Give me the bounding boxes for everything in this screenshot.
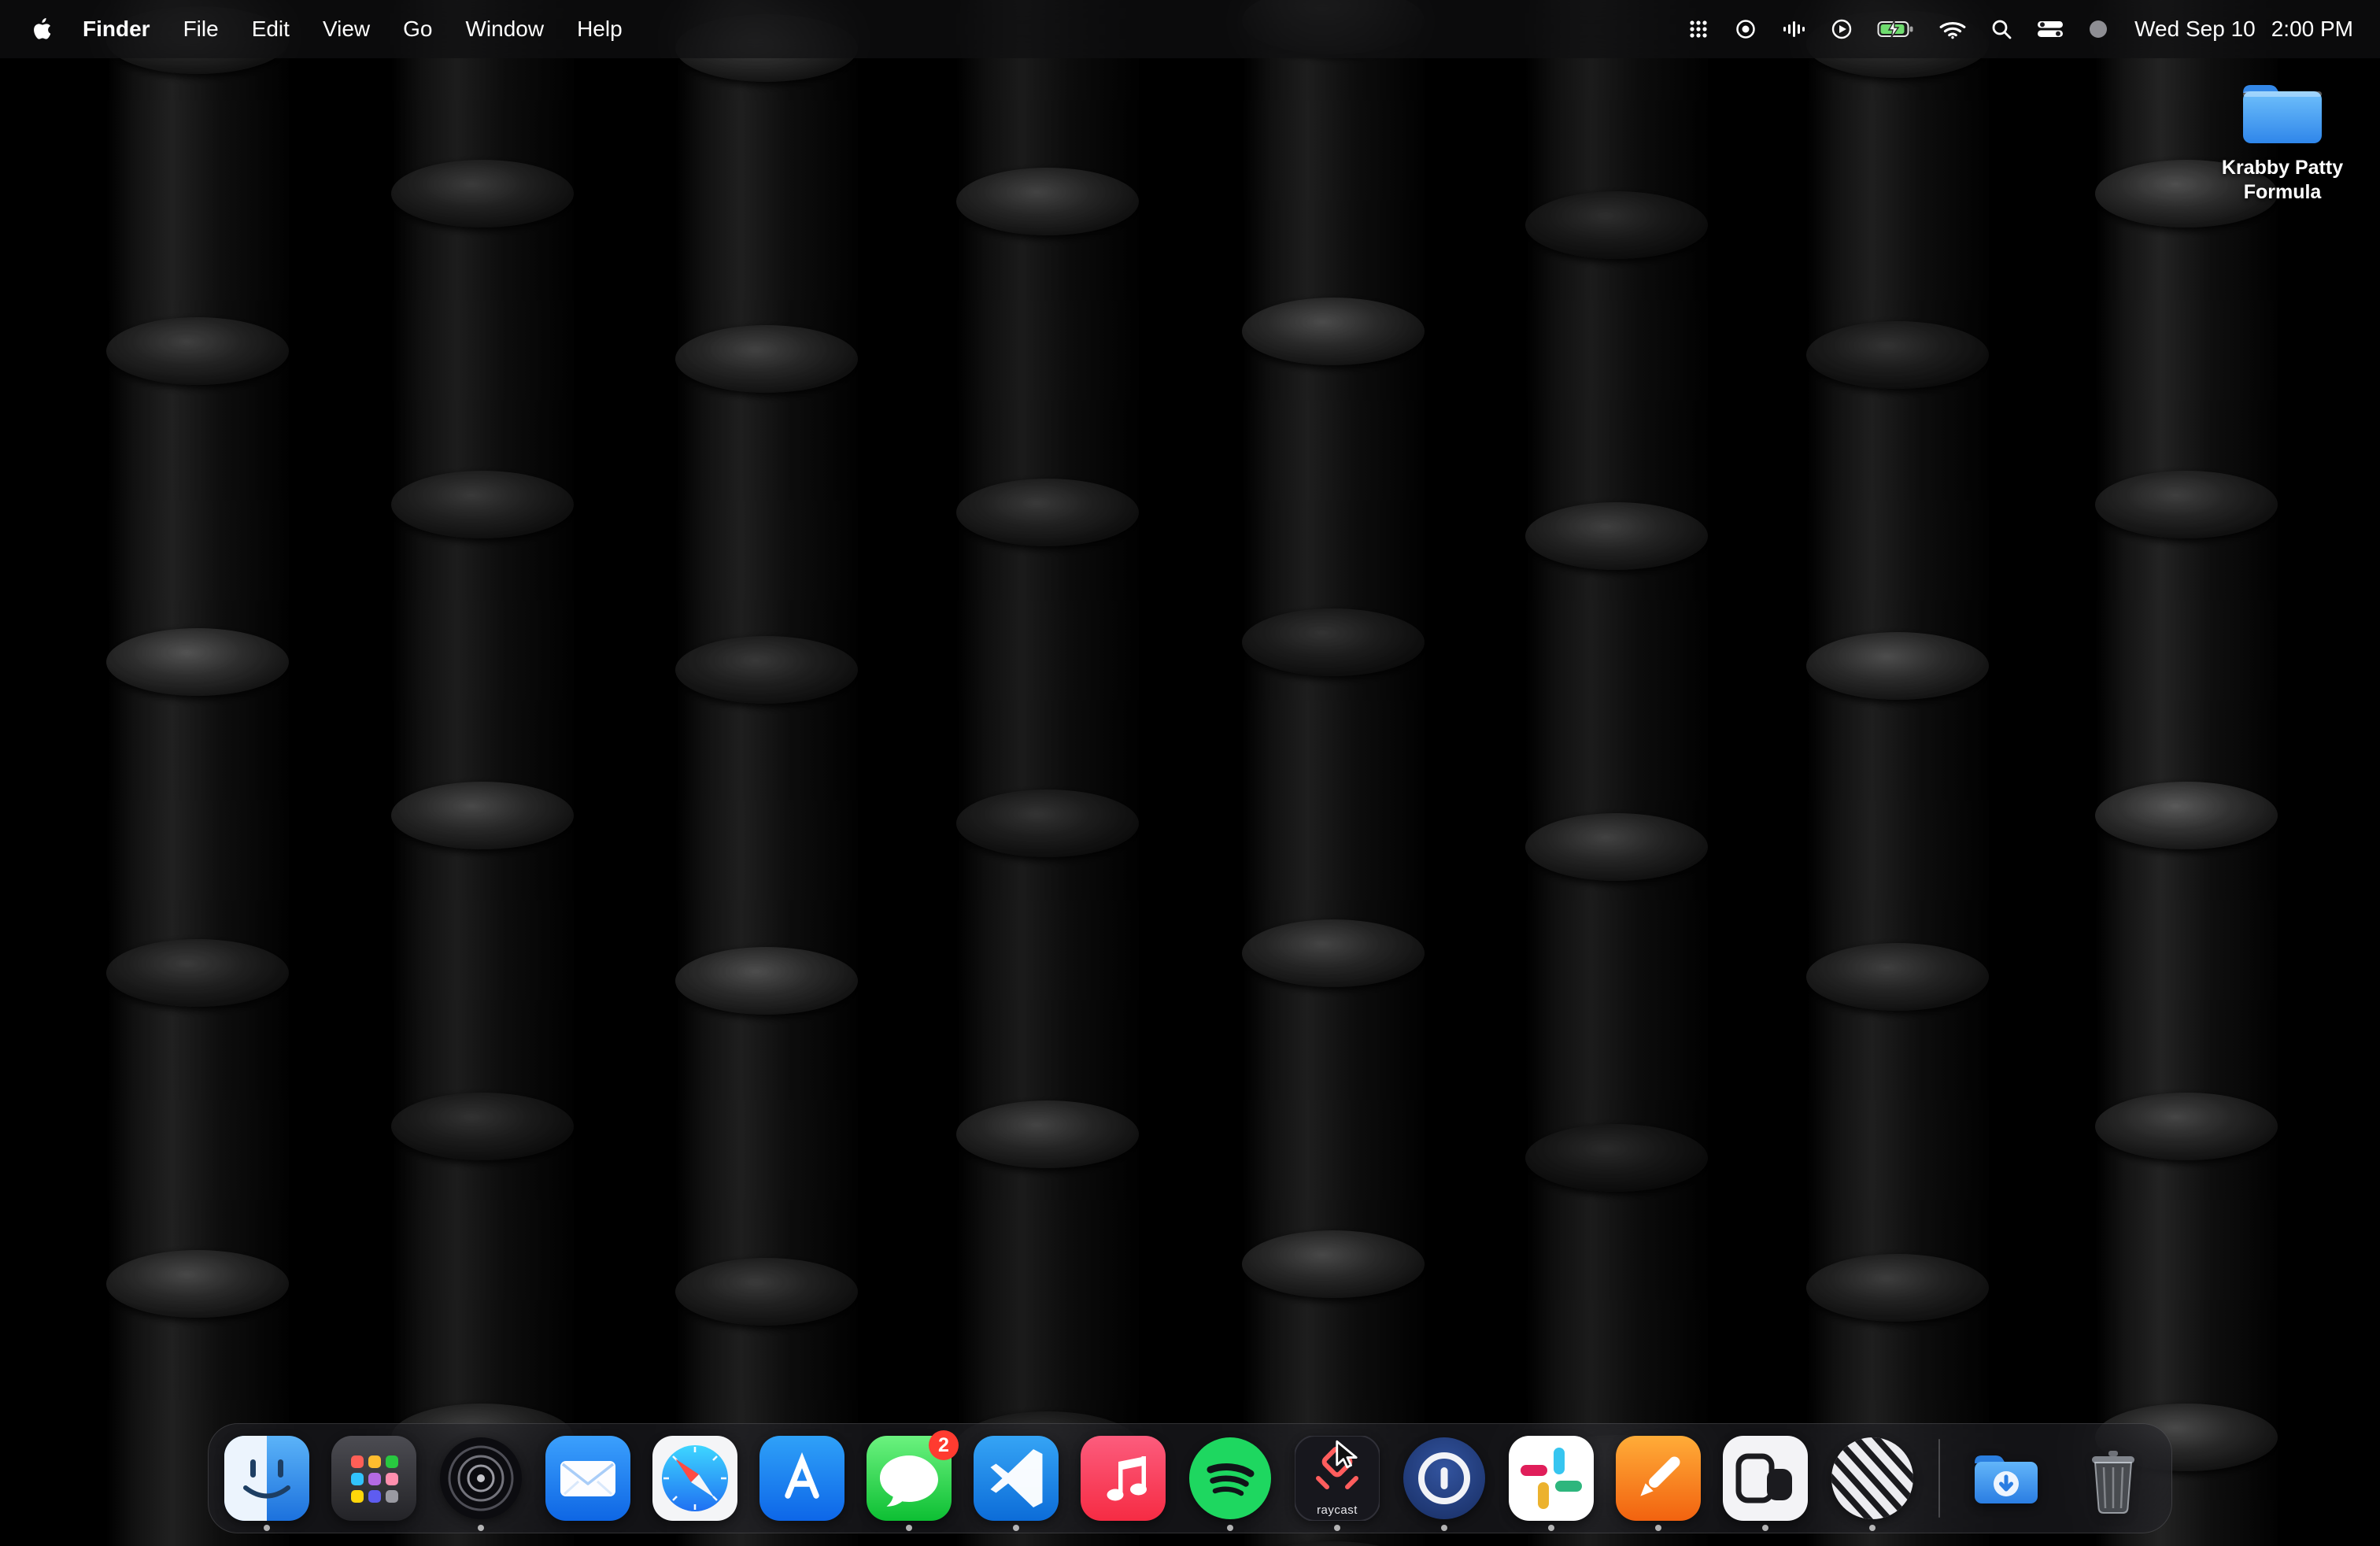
raycast-icon-label: raycast — [1295, 1503, 1380, 1517]
dock-item-mail[interactable] — [545, 1436, 630, 1521]
music-icon — [1081, 1436, 1166, 1521]
safari-icon — [652, 1436, 737, 1521]
trash-icon — [2071, 1436, 2156, 1521]
spotify-icon — [1188, 1436, 1273, 1521]
status-circle-menu-extra[interactable] — [2076, 19, 2120, 39]
dock-item-music[interactable] — [1081, 1436, 1166, 1521]
mouse-cursor — [1330, 1437, 1363, 1474]
control-center-icon — [2036, 19, 2064, 39]
menu-bar: Finder File Edit View Go Window Help — [0, 0, 2380, 58]
app-store-icon — [759, 1436, 844, 1521]
grid-icon — [1687, 17, 1710, 41]
menubar-app-name[interactable]: Finder — [66, 0, 167, 58]
status-circle-icon — [2088, 19, 2108, 39]
slack-icon — [1509, 1436, 1594, 1521]
messages-notification-badge: 2 — [929, 1430, 959, 1460]
voice-waveform-icon — [1781, 18, 1806, 40]
battery-menu-extra[interactable] — [1865, 20, 1927, 39]
dock-item-launchpad[interactable] — [331, 1436, 416, 1521]
desktop-folder-label: Krabby Patty Formula — [2208, 156, 2357, 205]
dock-item-1password[interactable] — [1402, 1436, 1487, 1521]
voice-menu-extra[interactable] — [1769, 18, 1818, 40]
control-center-menu-extra[interactable] — [2024, 19, 2076, 39]
record-menu-extra[interactable] — [1722, 17, 1769, 41]
menubar-clock[interactable]: 2:00 PM — [2262, 17, 2356, 42]
menu-bar-left: Finder File Edit View Go Window Help — [0, 0, 639, 58]
grid-menu-extra[interactable] — [1675, 17, 1722, 41]
downloads-folder-icon — [1964, 1436, 2049, 1521]
dock-item-rings-app[interactable] — [438, 1436, 523, 1521]
spotlight-menu-extra[interactable] — [1979, 18, 2024, 40]
battery-charging-icon — [1877, 20, 1915, 39]
dock-item-spotify[interactable] — [1188, 1436, 1273, 1521]
dock-item-app-store[interactable] — [759, 1436, 844, 1521]
menubar-menu-view[interactable]: View — [306, 0, 386, 58]
menubar-menu-window[interactable]: Window — [449, 0, 560, 58]
dock-item-vscode[interactable] — [974, 1436, 1059, 1521]
wallpaper — [0, 0, 2380, 1546]
wifi-menu-extra[interactable] — [1927, 19, 1979, 39]
dock-item-pen-app[interactable] — [1616, 1436, 1701, 1521]
record-icon — [1734, 17, 1757, 41]
dock-item-downloads[interactable] — [1964, 1436, 2049, 1521]
1password-icon — [1402, 1436, 1487, 1521]
now-playing-menu-extra[interactable] — [1818, 17, 1865, 41]
dock-item-striped-sphere-app[interactable] — [1830, 1436, 1915, 1521]
dock-divider — [1938, 1439, 1940, 1518]
spotlight-search-icon — [1990, 18, 2012, 40]
launchpad-icon — [331, 1436, 416, 1521]
apple-logo-icon — [31, 17, 52, 41]
menubar-menu-file[interactable]: File — [167, 0, 235, 58]
frames-app-icon — [1723, 1436, 1808, 1521]
dock-item-safari[interactable] — [652, 1436, 737, 1521]
finder-icon — [224, 1436, 309, 1521]
now-playing-icon — [1830, 17, 1853, 41]
dock-item-trash[interactable] — [2071, 1436, 2156, 1521]
dock-item-finder[interactable] — [224, 1436, 309, 1521]
dock: 2 — [208, 1423, 2172, 1533]
pen-app-icon — [1616, 1436, 1701, 1521]
menubar-date[interactable]: Wed Sep 10 — [2120, 17, 2262, 42]
menubar-menu-edit[interactable]: Edit — [235, 0, 306, 58]
menubar-menu-go[interactable]: Go — [386, 0, 449, 58]
mail-icon — [545, 1436, 630, 1521]
vscode-icon — [974, 1436, 1059, 1521]
dock-item-frames-app[interactable] — [1723, 1436, 1808, 1521]
wifi-icon — [1938, 19, 1967, 39]
desktop-folder-krabby-patty-formula[interactable]: Krabby Patty Formula — [2208, 77, 2357, 205]
folder-icon — [2238, 77, 2326, 150]
dock-item-slack[interactable] — [1509, 1436, 1594, 1521]
dock-item-messages[interactable]: 2 — [867, 1436, 952, 1521]
menubar-menu-help[interactable]: Help — [560, 0, 639, 58]
rings-app-icon — [438, 1436, 523, 1521]
striped-sphere-icon — [1830, 1436, 1915, 1521]
apple-menu[interactable] — [20, 17, 66, 41]
menu-bar-right: Wed Sep 10 2:00 PM — [1675, 17, 2380, 42]
